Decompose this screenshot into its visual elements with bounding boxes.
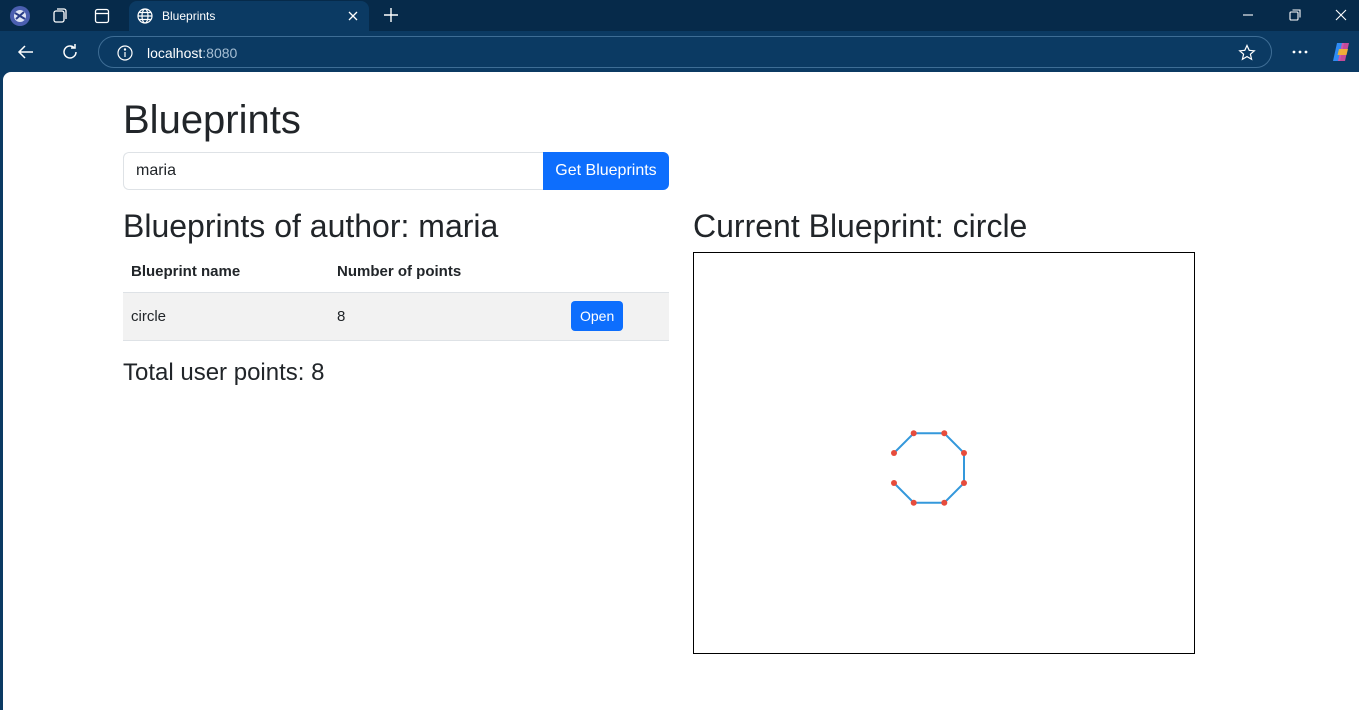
column-header-name: Blueprint name xyxy=(123,252,329,293)
tab-actions-icon[interactable] xyxy=(88,3,116,29)
page-title: Blueprints xyxy=(123,98,301,142)
total-user-points: Total user points: 8 xyxy=(123,359,325,386)
blueprint-point xyxy=(910,430,917,437)
copilot-icon[interactable] xyxy=(1329,40,1353,64)
workspaces-icon[interactable] xyxy=(46,3,74,29)
tab-title: Blueprints xyxy=(162,9,216,23)
more-options-icon[interactable] xyxy=(1288,40,1312,64)
refresh-icon[interactable] xyxy=(58,40,82,64)
blueprint-point xyxy=(910,499,917,506)
url-host: localhost xyxy=(147,45,203,61)
author-blueprints-heading: Blueprints of author: maria xyxy=(123,208,499,244)
blueprint-point xyxy=(941,499,948,506)
back-arrow-icon[interactable] xyxy=(14,40,38,64)
page-viewport: Blueprints Get Blueprints Blueprints of … xyxy=(3,72,1359,710)
table-header-row: Blueprint name Number of points xyxy=(123,252,669,293)
author-input[interactable] xyxy=(123,152,544,190)
column-header-action xyxy=(563,252,669,293)
blueprint-point xyxy=(961,480,967,486)
blueprint-drawing xyxy=(891,430,967,506)
address-bar[interactable]: localhost:8080 xyxy=(98,36,1272,68)
author-search-group: Get Blueprints xyxy=(123,152,669,190)
blueprint-point xyxy=(891,480,897,486)
favorite-star-icon[interactable] xyxy=(1237,43,1257,68)
blueprint-canvas[interactable] xyxy=(693,252,1195,654)
url-port: :8080 xyxy=(202,45,238,61)
open-blueprint-button[interactable]: Open xyxy=(571,301,624,331)
column-header-points: Number of points xyxy=(329,252,563,293)
table-row: circle 8 Open xyxy=(123,292,669,341)
profile-avatar-icon[interactable] xyxy=(6,3,34,29)
tab-blueprints[interactable]: Blueprints xyxy=(129,1,369,32)
get-blueprints-button[interactable]: Get Blueprints xyxy=(543,152,669,190)
blueprint-outline-segment xyxy=(893,432,915,454)
restore-icon[interactable] xyxy=(1285,5,1305,25)
blueprint-points-cell: 8 xyxy=(329,292,563,341)
blueprint-name-cell: circle xyxy=(123,292,329,341)
globe-icon xyxy=(136,7,154,30)
new-tab-icon[interactable] xyxy=(380,4,402,26)
url-text: localhost:8080 xyxy=(147,45,237,61)
blueprint-point xyxy=(891,450,897,456)
blueprint-point xyxy=(961,450,967,456)
minimize-icon[interactable] xyxy=(1238,5,1258,25)
blueprint-action-cell: Open xyxy=(563,292,669,341)
current-blueprint-heading: Current Blueprint: circle xyxy=(693,208,1028,244)
tab-strip: Blueprints xyxy=(0,0,1359,32)
blueprint-point xyxy=(941,430,948,437)
blueprints-table: Blueprint name Number of points circle 8… xyxy=(123,252,669,341)
site-info-icon[interactable] xyxy=(116,44,134,67)
close-window-icon[interactable] xyxy=(1331,5,1351,25)
close-tab-icon[interactable] xyxy=(345,8,361,24)
